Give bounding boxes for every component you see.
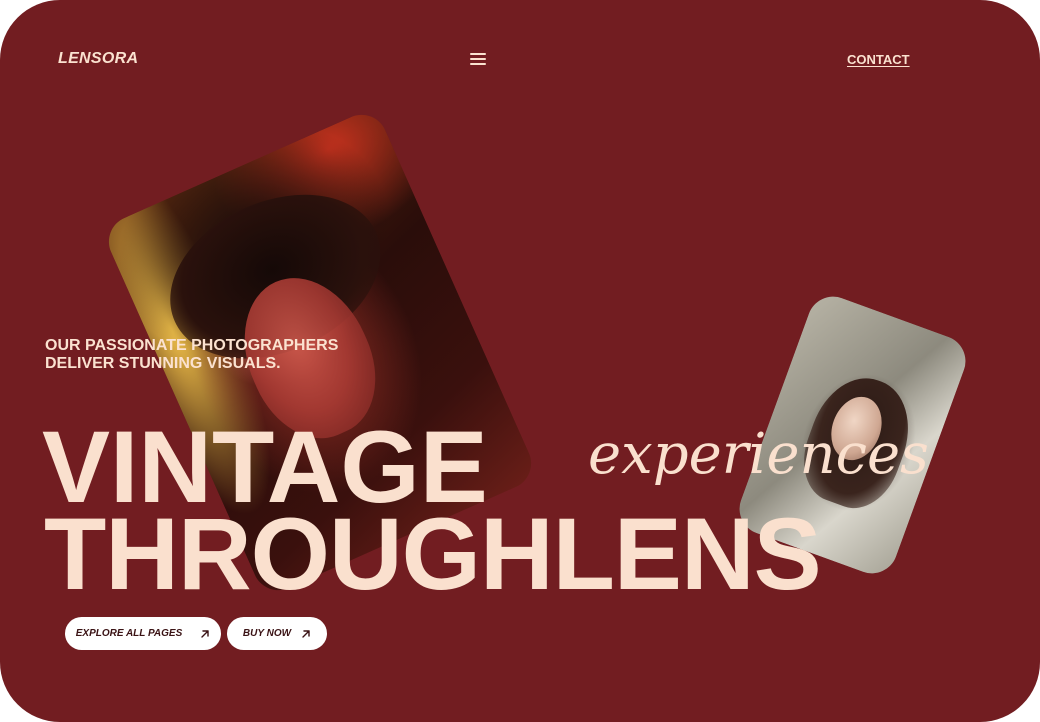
headline-script-word: experiences [588,422,929,487]
arrow-up-right-icon [302,629,310,638]
hero-page: LENSORA CONTACT OUR PASSIONATE PHOTOGRAP… [0,0,1040,722]
buy-now-button[interactable]: BUY NOW [227,617,327,650]
buy-button-label: BUY NOW [242,628,292,639]
hero-subtitle-line-2: DELIVER STUNNING VISUALS. [45,355,281,372]
hamburger-menu-icon[interactable] [469,51,487,67]
explore-button-label: EXPLORE ALL PAGES [75,628,183,639]
arrow-up-right-icon [201,629,209,638]
explore-all-pages-button[interactable]: EXPLORE ALL PAGES [65,617,221,650]
headline-line-2: THROUGHLENS [44,497,822,611]
hero-subtitle-line-1: OUR PASSIONATE PHOTOGRAPHERS [45,337,339,354]
hero-subtitle: OUR PASSIONATE PHOTOGRAPHERS DELIVER STU… [45,337,385,373]
logo[interactable]: LENSORA [58,50,138,68]
contact-link[interactable]: CONTACT [847,52,910,67]
